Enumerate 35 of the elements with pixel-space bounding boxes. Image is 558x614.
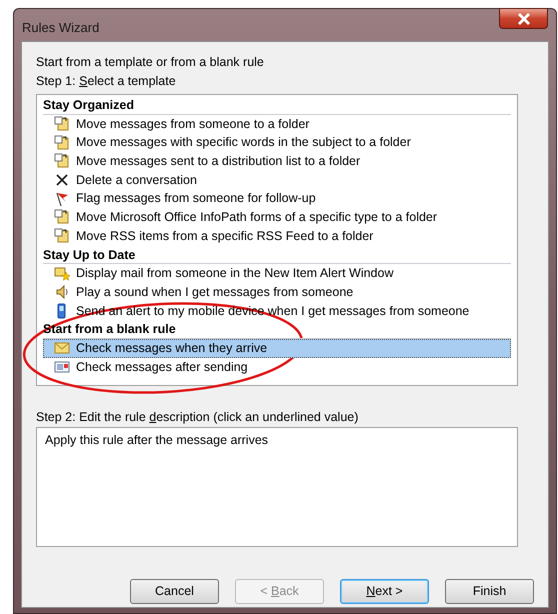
message-icon: [54, 358, 70, 375]
folder-icon: [54, 153, 70, 170]
folder-icon: [54, 134, 70, 151]
window-title: Rules Wizard: [22, 19, 100, 37]
folder-icon: [54, 209, 70, 226]
template-item[interactable]: Check messages after sending: [43, 358, 511, 376]
folder-icon: [54, 228, 70, 244]
template-item[interactable]: Move Microsoft Office InfoPath forms of a specific type to a folder: [43, 208, 511, 227]
speaker-icon: [54, 284, 70, 300]
dialog-button[interactable]: Cancel: [130, 579, 219, 604]
template-item[interactable]: Flag messages from someone for follow-up: [43, 189, 511, 208]
template-item[interactable]: Move RSS items from a specific RSS Feed to a folder: [43, 226, 511, 246]
template-item[interactable]: Move messages from someone to a folder: [43, 114, 511, 134]
dialog-button[interactable]: Finish: [445, 579, 534, 604]
template-item[interactable]: Display mail from someone in the New Item Alert Window: [43, 264, 511, 283]
template-item[interactable]: Play a sound when I get messages from someone: [43, 282, 511, 302]
template-item[interactable]: Move messages with specific words in the subject to a folder: [43, 133, 511, 152]
template-list[interactable]: [36, 94, 518, 386]
dialog-button[interactable]: Next >: [340, 579, 429, 604]
flag-icon: [54, 190, 70, 207]
step-label: Step 1: Select a template: [36, 73, 177, 90]
mail-star-icon: [54, 266, 70, 282]
envelope-icon: [54, 340, 70, 356]
step-label: Step 2: Edit the rule description (click an underlined value): [36, 409, 360, 426]
template-item[interactable]: Check messages when they arrive: [43, 338, 511, 358]
group-header: Stay Up to Date: [43, 246, 511, 264]
delete-icon: [54, 172, 70, 188]
template-item[interactable]: Delete a conversation: [43, 170, 511, 190]
folder-icon: [54, 116, 70, 132]
group-header: Stay Organized: [43, 96, 511, 115]
rule-description: Apply this rule after the message arrives: [45, 433, 268, 447]
close-button[interactable]: [499, 8, 548, 29]
template-item[interactable]: Move messages sent to a distribution list to a folder: [43, 152, 511, 171]
instruction-text: Start from a template or from a blank rule: [36, 54, 265, 71]
close-icon: [516, 12, 530, 24]
